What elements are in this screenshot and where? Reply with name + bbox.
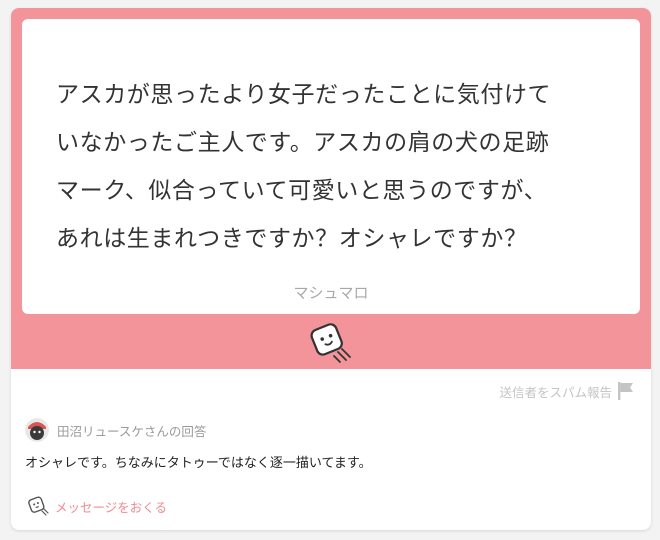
avatar[interactable] [25,418,49,442]
send-message-label: メッセージをおくる [55,499,168,515]
question-box: アスカが思ったより女子だったことに気付けて いなかったご主人です。アスカの肩の犬… [22,19,640,314]
question-line: いなかったご主人です。アスカの肩の犬の足跡 [56,130,550,156]
answerer-name: 田沼リュースケさんの回答 [57,423,207,439]
marshmallow-send-icon [28,496,49,516]
flag-icon [618,382,633,400]
message-card: アスカが思ったより女子だったことに気付けて いなかったご主人です。アスカの肩の犬… [11,8,651,530]
question-line: アスカが思ったより女子だったことに気付けて [56,82,552,108]
marshmallow-icon [310,323,351,363]
send-message-button[interactable]: メッセージをおくる [27,494,167,518]
answer-header: 田沼リュースケさんの回答 [25,417,206,443]
brand-label: マシュマロ [293,284,369,302]
report-spam-label: 送信者をスパム報告 [499,384,612,400]
question-line: マーク、似合っていて可愛いと思うのですが、 [56,178,548,204]
question-line: あれは生まれつきですか？オシャレですか？ [56,226,528,252]
question-text: アスカが思ったより女子だったことに気付けて いなかったご主人です。アスカの肩の犬… [56,71,616,263]
report-spam-link[interactable]: 送信者をスパム報告 [499,380,635,402]
question-area: アスカが思ったより女子だったことに気付けて いなかったご主人です。アスカの肩の犬… [11,8,651,369]
answer-text: オシャレです。ちなみにタトゥーではなく逐一描いてます。 [25,456,372,471]
